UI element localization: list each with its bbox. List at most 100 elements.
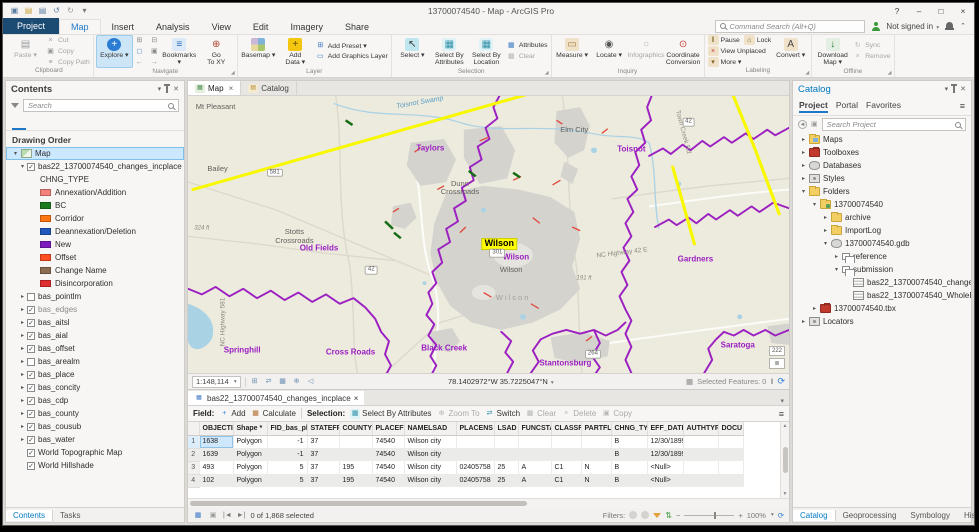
table-cell[interactable]: 5 [267, 474, 307, 487]
layer-checkbox[interactable]: ✓ [27, 410, 35, 418]
table-cell[interactable] [518, 435, 551, 448]
catalog-item[interactable]: ▸archive [793, 211, 971, 224]
table-cell[interactable]: -1 [267, 448, 307, 461]
column-header[interactable]: FUNCSTAT [518, 422, 551, 435]
expander-icon[interactable]: ▸ [18, 410, 27, 417]
coordinate-conversion-button[interactable]: ⊙Coordinate Conversion [665, 35, 702, 68]
table-cell[interactable] [518, 448, 551, 461]
close-button[interactable]: × [952, 6, 974, 16]
open-project-icon[interactable]: ▤ [23, 5, 34, 16]
measure-button[interactable]: ▭Measure ▾ [554, 35, 591, 68]
table-horizontal-scrollbar[interactable] [188, 498, 789, 508]
table-cell[interactable] [339, 448, 372, 461]
layer-checkbox[interactable] [27, 293, 35, 301]
layer-item[interactable]: ▸bas_arealm [6, 355, 184, 368]
cut-button[interactable]: ×Cut [45, 35, 69, 45]
expander-icon[interactable]: ▸ [799, 162, 808, 169]
explore-button[interactable]: +Explore ▾ [96, 35, 133, 68]
legend-item[interactable]: Corridor [6, 212, 184, 225]
back-icon[interactable]: ◄ [798, 120, 807, 129]
ribbon-tab-analysis[interactable]: Analysis [145, 20, 201, 34]
infographics-button[interactable]: ○Infographics [628, 35, 665, 68]
table-cell[interactable] [551, 448, 581, 461]
expander-icon[interactable]: ▾ [832, 266, 841, 273]
table-cell[interactable]: Wilson city [404, 435, 456, 448]
view-unplaced-button[interactable]: ×View Unplaced [708, 46, 766, 56]
column-header[interactable]: STATEFP [307, 422, 339, 435]
view-tab-catalog[interactable]: ▤Catalog [241, 81, 297, 95]
column-header[interactable]: NAMELSAD [404, 422, 456, 435]
expander-icon[interactable]: ▸ [810, 305, 819, 312]
sound-icon[interactable]: ◁ [306, 377, 316, 387]
table-row[interactable]: 21639Polygon-13774540Wilson cityB12/30/1… [188, 448, 743, 461]
attribute-table[interactable]: OBJECTID *Shape *FID_bas_placeSTATEFPCOU… [188, 422, 744, 488]
new-bookmark-icon[interactable]: ⊞ [250, 377, 260, 387]
nav-full-extent-button[interactable]: ◻ [134, 46, 145, 56]
column-header[interactable]: DOCU [718, 422, 743, 435]
legend-item[interactable]: Annexation/Addition [6, 186, 184, 199]
table-cell[interactable]: 25 [494, 474, 518, 487]
snapping-icon[interactable]: ⊕ [292, 377, 302, 387]
contents-search-box[interactable] [23, 99, 179, 112]
add-data-button[interactable]: +Add Data ▾ [277, 35, 314, 68]
grid-icon[interactable]: ▦ [278, 377, 288, 387]
customize-qat-icon[interactable]: ▾ [79, 5, 90, 16]
column-header[interactable]: FID_bas_place [267, 422, 307, 435]
delete-button[interactable]: ×Delete [561, 409, 596, 419]
row-number[interactable]: 3 [188, 461, 199, 474]
expander-icon[interactable]: ▸ [18, 371, 27, 378]
table-cell[interactable] [683, 448, 718, 461]
table-cell[interactable]: Polygon [233, 435, 267, 448]
open-recent-icon[interactable]: ▤ [37, 5, 48, 16]
table-cell[interactable] [456, 448, 494, 461]
row-number[interactable]: 1 [188, 435, 199, 448]
select-button[interactable]: ↖Select ▾ [394, 35, 431, 68]
close-icon[interactable]: × [354, 394, 359, 403]
layer-checkbox[interactable]: ✓ [27, 345, 35, 353]
table-cell[interactable] [456, 435, 494, 448]
table-cell[interactable] [494, 448, 518, 461]
layer-item[interactable]: ▾Map [6, 147, 184, 160]
layer-item[interactable]: ▸✓bas_aial [6, 329, 184, 342]
expander-icon[interactable]: ▾ [821, 240, 830, 247]
legend-item[interactable]: Offset [6, 251, 184, 264]
table-cell[interactable] [339, 435, 372, 448]
table-cell[interactable]: 37 [307, 448, 339, 461]
expander-icon[interactable]: ▾ [18, 163, 27, 170]
contents-search-input[interactable] [28, 101, 165, 110]
table-row[interactable]: 4102Polygon53719574540Wilson city0240575… [188, 474, 743, 487]
locate-button[interactable]: ◉Locate ▾ [591, 35, 628, 68]
table-cell[interactable]: Wilson city [404, 448, 456, 461]
catalog-item[interactable]: ▸ImportLog [793, 224, 971, 237]
row-number[interactable]: 2 [188, 448, 199, 461]
sign-in-status[interactable]: Not signed in ▾ [886, 22, 939, 31]
catalog-tab-portal[interactable]: Portal [836, 99, 858, 113]
list-by-selection-icon[interactable] [48, 116, 62, 130]
first-record-icon[interactable]: |◄ [223, 512, 232, 519]
table-cell[interactable] [494, 435, 518, 448]
layer-checkbox[interactable]: ✓ [27, 423, 35, 431]
pane-tab-symbology[interactable]: Symbology [903, 510, 957, 521]
pane-menu-icon[interactable]: ▾ [158, 85, 162, 93]
expander-icon[interactable]: ▸ [18, 397, 27, 404]
layer-item[interactable]: CHNG_TYPE [6, 173, 184, 186]
layer-item[interactable]: ▸✓bas_cdp [6, 394, 184, 407]
table-cell[interactable]: 37 [307, 474, 339, 487]
clear-button[interactable]: ▦Clear [525, 409, 556, 419]
expander-icon[interactable]: ▸ [799, 136, 808, 143]
pane-tab-history[interactable]: History [957, 510, 975, 521]
nav-forward-button[interactable]: → [149, 57, 160, 67]
layer-item[interactable]: ✓World Topographic Map [6, 446, 184, 459]
expander-icon[interactable]: ▸ [18, 319, 27, 326]
table-view-icon[interactable]: ▦ [193, 510, 203, 520]
layer-checkbox[interactable]: ✓ [27, 332, 35, 340]
layer-item[interactable]: ▾✓bas22_13700074540_changes_incplace [6, 160, 184, 173]
table-cell[interactable] [683, 435, 718, 448]
table-cell[interactable]: 195 [339, 461, 372, 474]
table-cell[interactable]: A [518, 474, 551, 487]
table-cell[interactable]: 74540 [372, 448, 404, 461]
table-cell[interactable]: Polygon [233, 474, 267, 487]
layer-checkbox[interactable]: ✓ [27, 397, 35, 405]
zoom-out-icon[interactable]: − [676, 511, 680, 520]
filter-option-icon[interactable] [629, 511, 637, 519]
